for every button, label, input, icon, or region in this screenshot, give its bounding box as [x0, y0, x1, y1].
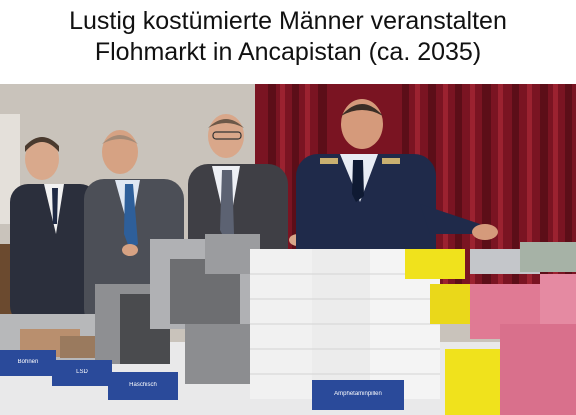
caption-line-2: Flohmarkt in Ancapistan (ca. 2035) — [94, 38, 482, 66]
press-photo: Bohnen LSD Haschisch Amphetaminpillen — [0, 84, 576, 415]
sign-label-amphetaminpillen: Amphetaminpillen — [334, 391, 382, 397]
sign-label-haschisch: Haschisch — [129, 382, 157, 388]
caption: Lustig kostümierte Männer veranstalten F… — [0, 0, 576, 82]
photo-scene — [0, 84, 576, 415]
caption-line-1: Lustig kostümierte Männer veranstalten — [69, 7, 507, 35]
sign-label-bohnen: Bohnen — [17, 359, 39, 365]
sign-label-lsd: LSD — [76, 369, 88, 375]
